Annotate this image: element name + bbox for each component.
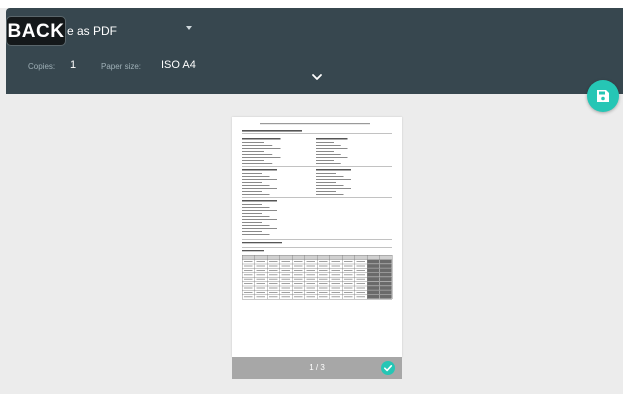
save-pdf-button[interactable] (587, 80, 619, 112)
page-thumbnail-content (242, 123, 393, 300)
back-button[interactable]: BACK (6, 16, 66, 46)
paper-size-select[interactable]: ISO A4 (161, 59, 196, 71)
save-icon (597, 90, 609, 102)
copies-label: Copies: (28, 62, 56, 71)
page-counter: 1 / 3 (309, 363, 325, 372)
check-circle-icon[interactable] (381, 361, 395, 375)
page-preview[interactable] (232, 117, 402, 357)
paper-size-label: Paper size: (101, 62, 142, 71)
dropdown-caret-icon[interactable] (186, 26, 192, 30)
chevron-down-icon[interactable] (310, 72, 324, 82)
window-frame (0, 0, 623, 8)
page-preview-footer: 1 / 3 (232, 357, 402, 379)
destination-select[interactable]: e as PDF (67, 24, 117, 38)
copies-input[interactable]: 1 (70, 59, 76, 71)
